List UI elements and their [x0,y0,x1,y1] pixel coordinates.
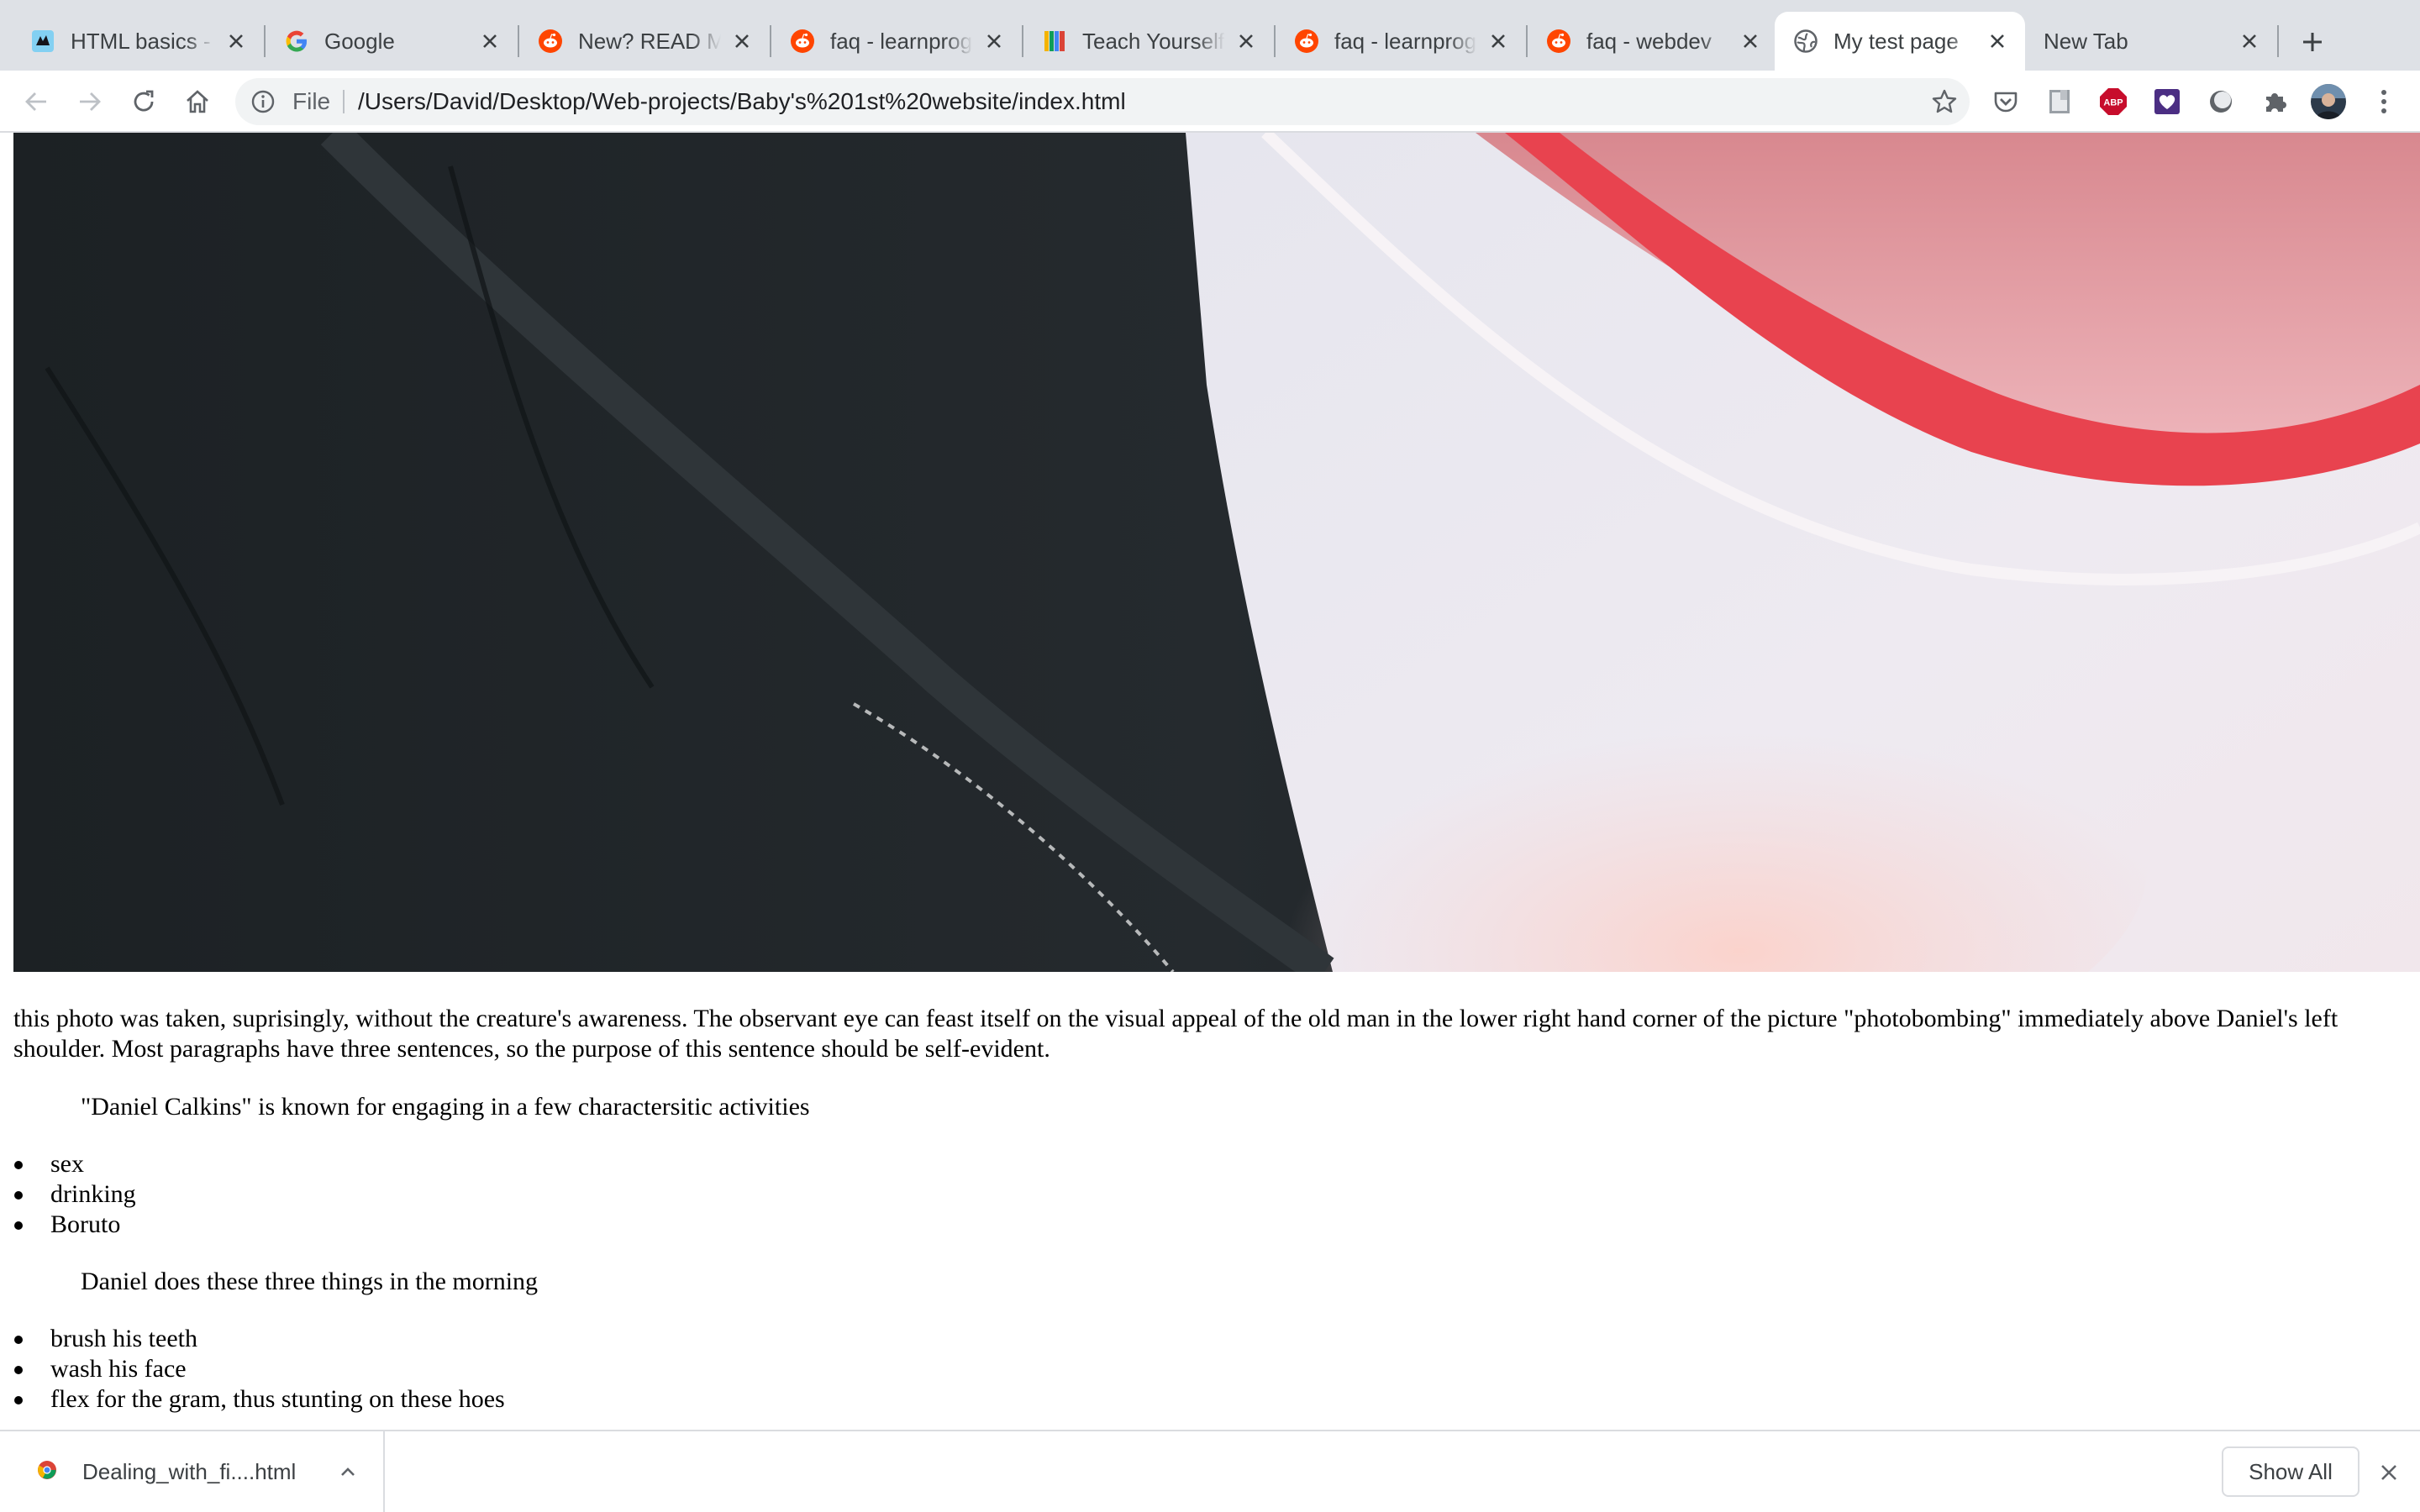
tab-title: HTML basics - [71,28,211,54]
tab-title: faq - learnprog [830,28,973,54]
download-shelf: Dealing_with_fi....html Show All [0,1430,2420,1512]
google-icon [284,29,309,54]
tab-teach-yourself[interactable]: Teach Yourself [1023,12,1274,71]
list-item: drinking [0,1179,136,1210]
tab-faq-learnprog-2[interactable]: faq - learnprog [1276,12,1526,71]
puzzle-icon[interactable] [2259,86,2291,118]
tab-new-tab[interactable]: New Tab [2027,12,2277,71]
scheme-label[interactable]: File [292,78,330,125]
close-icon[interactable] [729,29,755,54]
tab-title: Teach Yourself [1082,28,1225,54]
close-icon[interactable] [1985,29,2010,54]
tab-faq-learnprog[interactable]: faq - learnprog [771,12,1022,71]
circle-extension-icon[interactable] [2205,86,2237,118]
mdn-icon [30,29,55,54]
chrome-menu-icon[interactable] [2368,86,2400,118]
plus-icon [2303,33,2322,51]
home-button[interactable] [178,82,217,121]
info-icon[interactable] [250,89,276,114]
tab-title: faq - webdev [1586,28,1712,54]
list-item: wash his face [0,1354,505,1384]
page-photo [13,133,2420,972]
tab-title: Google [324,28,395,54]
close-icon[interactable] [477,29,502,54]
tab-title: faq - learnprog [1334,28,1477,54]
close-icon[interactable] [981,29,1007,54]
tab-title: New? READ ME [578,28,721,54]
close-icon[interactable] [2237,29,2262,54]
reddit-icon [538,29,563,54]
home-icon [187,90,208,113]
back-arrow-icon [25,92,46,111]
close-icon[interactable] [2375,1458,2403,1487]
download-filename: Dealing_with_fi....html [82,1459,297,1484]
list-item: Boruto [0,1210,136,1240]
list-item: brush his teeth [0,1324,505,1354]
photo-caption-paragraph: this photo was taken, suprisingly, witho… [13,1005,2338,1063]
svg-text:ABP: ABP [2103,98,2123,108]
close-icon[interactable] [1234,29,1259,54]
download-item[interactable]: Dealing_with_fi....html [0,1431,385,1512]
tab-title: New Tab [2044,28,2128,54]
list-item: flex for the gram, thus stunting on thes… [0,1384,505,1415]
tab-separator [2277,25,2279,57]
chevron-up-icon[interactable] [334,1458,361,1485]
tab-my-test-page[interactable]: My test page [1775,12,2025,71]
close-icon[interactable] [1486,29,1511,54]
reddit-icon [1294,29,1319,54]
browser-toolbar: File /Users/David/Desktop/Web-projects/B… [0,71,2420,133]
bookmark-star-icon[interactable] [1929,87,1960,117]
page-viewport: this photo was taken, suprisingly, witho… [0,133,2420,1430]
pocket-icon[interactable] [1990,86,2022,118]
adblock-plus-icon[interactable]: ABP [2097,86,2129,118]
reload-icon [134,90,154,112]
reddit-icon [1546,29,1571,54]
morning-list: brush his teeth wash his face flex for t… [0,1324,505,1415]
globe-icon [1793,29,1818,54]
morning-intro-paragraph: Daniel does these three things in the mo… [81,1268,539,1295]
back-button[interactable] [17,82,55,121]
tab-faq-webdev[interactable]: faq - webdev [1528,12,1778,71]
forward-arrow-icon [80,92,101,111]
close-icon[interactable] [224,29,249,54]
close-icon[interactable] [1738,29,1763,54]
notes-extension-icon[interactable] [2044,86,2075,118]
reload-button[interactable] [124,82,163,121]
omnibox-divider [343,90,345,113]
activities-list: sex drinking Boruto [0,1149,136,1240]
heart-extension-icon[interactable] [2151,86,2183,118]
activities-intro-paragraph: "Daniel Calkins" is known for engaging i… [81,1093,810,1121]
reddit-icon [790,29,815,54]
show-all-button[interactable]: Show All [2222,1446,2360,1497]
chrome-file-icon [38,1461,56,1479]
tab-html-basics[interactable]: HTML basics - [12,12,264,71]
forward-button[interactable] [71,82,109,121]
tab-google[interactable]: Google [266,12,518,71]
new-tab-button[interactable] [2294,24,2331,60]
tab-new-read-me[interactable]: New? READ ME [519,12,770,71]
tab-strip: HTML basics - Google New? READ ME faq - … [0,0,2420,71]
profile-avatar[interactable] [2309,82,2348,121]
list-item: sex [0,1149,136,1179]
address-bar[interactable]: File /Users/David/Desktop/Web-projects/B… [235,78,1970,125]
url-text[interactable]: /Users/David/Desktop/Web-projects/Baby's… [358,78,1126,125]
teach-yourself-icon [1042,29,1067,54]
tab-title: My test page [1833,28,1959,54]
